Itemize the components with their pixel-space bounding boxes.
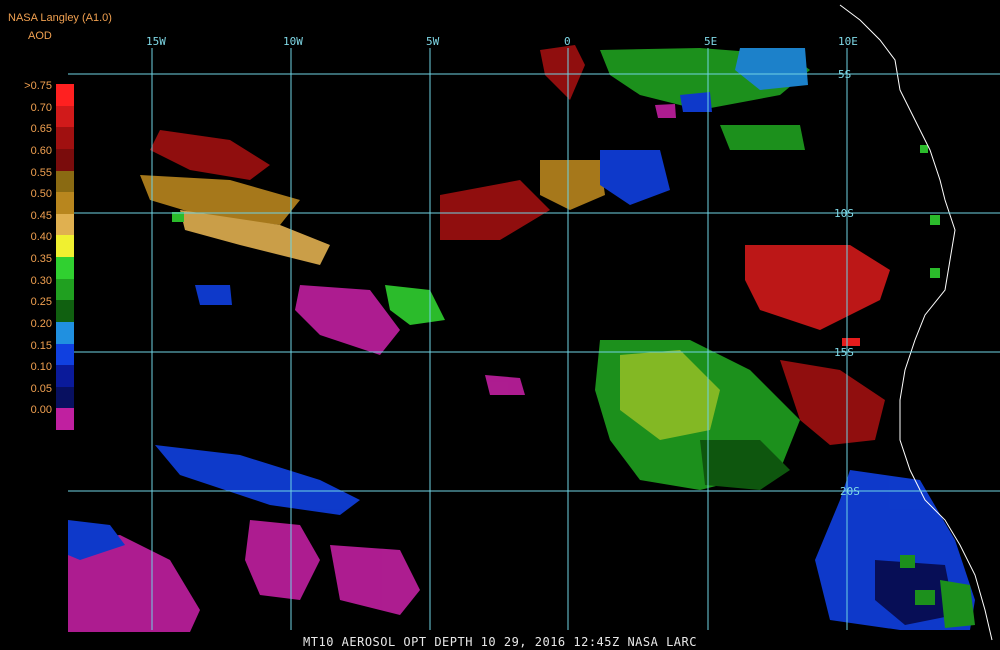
legend-label: 0.10 — [30, 361, 52, 374]
patch-blue-south-band — [155, 445, 360, 515]
legend-swatch — [56, 278, 74, 301]
patch-darkblue-east — [680, 92, 712, 112]
lon-label-10w: 10W — [283, 35, 303, 48]
legend-label: 0.15 — [30, 339, 52, 352]
patch-blue-central — [600, 150, 670, 205]
legend-swatch — [56, 213, 74, 236]
legend-swatch — [56, 84, 74, 106]
legend-swatch — [56, 408, 74, 430]
legend-swatch — [56, 192, 74, 214]
legend-swatch — [56, 148, 74, 171]
legend-label: 0.60 — [30, 144, 52, 157]
speck-3 — [930, 268, 940, 278]
legend-label: 0.20 — [30, 317, 52, 330]
legend-swatch — [56, 235, 74, 257]
patch-magenta-mid — [295, 285, 400, 355]
patch-magenta-east — [655, 104, 676, 118]
patch-magenta-south-1 — [245, 520, 320, 600]
speck-2 — [930, 215, 940, 225]
patch-magenta-central-south — [485, 375, 525, 395]
legend-label: 0.50 — [30, 188, 52, 201]
legend-label: 0.35 — [30, 253, 52, 265]
legend-label: 0.05 — [30, 382, 52, 395]
legend-swatch — [56, 170, 74, 193]
patch-red-east — [745, 245, 890, 330]
lon-labels: 15W 10W 5W 0 5E 10E — [146, 35, 858, 48]
lon-label-10e: 10E — [838, 35, 858, 48]
legend-label: 0.65 — [30, 123, 52, 136]
legend-label: 0.55 — [30, 166, 52, 179]
lon-label-5w: 5W — [426, 35, 440, 48]
speck-4 — [842, 338, 860, 346]
patch-green-far-east — [720, 125, 805, 150]
lat-label-15s: 15S — [834, 346, 854, 359]
product-label: AOD — [28, 30, 52, 42]
legend-swatch — [56, 127, 74, 149]
patch-red-west — [150, 130, 270, 180]
legend-label: 0.70 — [30, 101, 52, 114]
patch-red-plume-north — [540, 45, 585, 100]
patch-blue-left — [195, 285, 232, 305]
lat-label-20s: 20S — [840, 485, 860, 498]
legend-swatch — [56, 257, 74, 279]
legend-swatch — [56, 365, 74, 387]
legend-label: 0.45 — [30, 209, 52, 222]
legend-label: 0.40 — [30, 231, 52, 244]
legend-swatch — [56, 300, 74, 322]
patch-magenta-south-2 — [330, 545, 420, 615]
legend-swatch — [56, 321, 74, 344]
legend-swatch — [56, 105, 74, 128]
legend-label: 0.25 — [30, 296, 52, 309]
patch-red-central — [440, 180, 550, 240]
patch-green-island-1 — [900, 555, 915, 568]
lat-label-10s: 10S — [834, 207, 854, 220]
legend-label: 0.00 — [30, 404, 52, 417]
patch-red-southeast — [780, 360, 885, 445]
map-caption: MT10 AEROSOL OPT DEPTH 10 29, 2016 12:45… — [303, 635, 697, 649]
legend-swatch — [56, 343, 74, 366]
patch-green-coast-se — [940, 580, 975, 628]
legend-label: 0.30 — [30, 274, 52, 287]
lat-label-5s: 5S — [838, 68, 851, 81]
patch-brown-central — [540, 160, 605, 210]
speck-1 — [920, 145, 928, 153]
patch-green-island-2 — [915, 590, 935, 605]
legend-label: >0.75 — [24, 80, 52, 92]
aerosol-patches — [68, 45, 975, 632]
lon-label-5e: 5E — [704, 35, 717, 48]
source-label: NASA Langley (A1.0) — [8, 12, 112, 24]
patch-lightgreen-1 — [385, 285, 445, 325]
lon-label-15w: 15W — [146, 35, 166, 48]
aerosol-map: 15W 10W 5W 0 5E 10E 5S 10S 15S 20S — [68, 4, 1000, 641]
legend-swatch — [56, 386, 74, 409]
legend-color-bar — [56, 84, 74, 430]
lon-label-0: 0 — [564, 35, 571, 48]
